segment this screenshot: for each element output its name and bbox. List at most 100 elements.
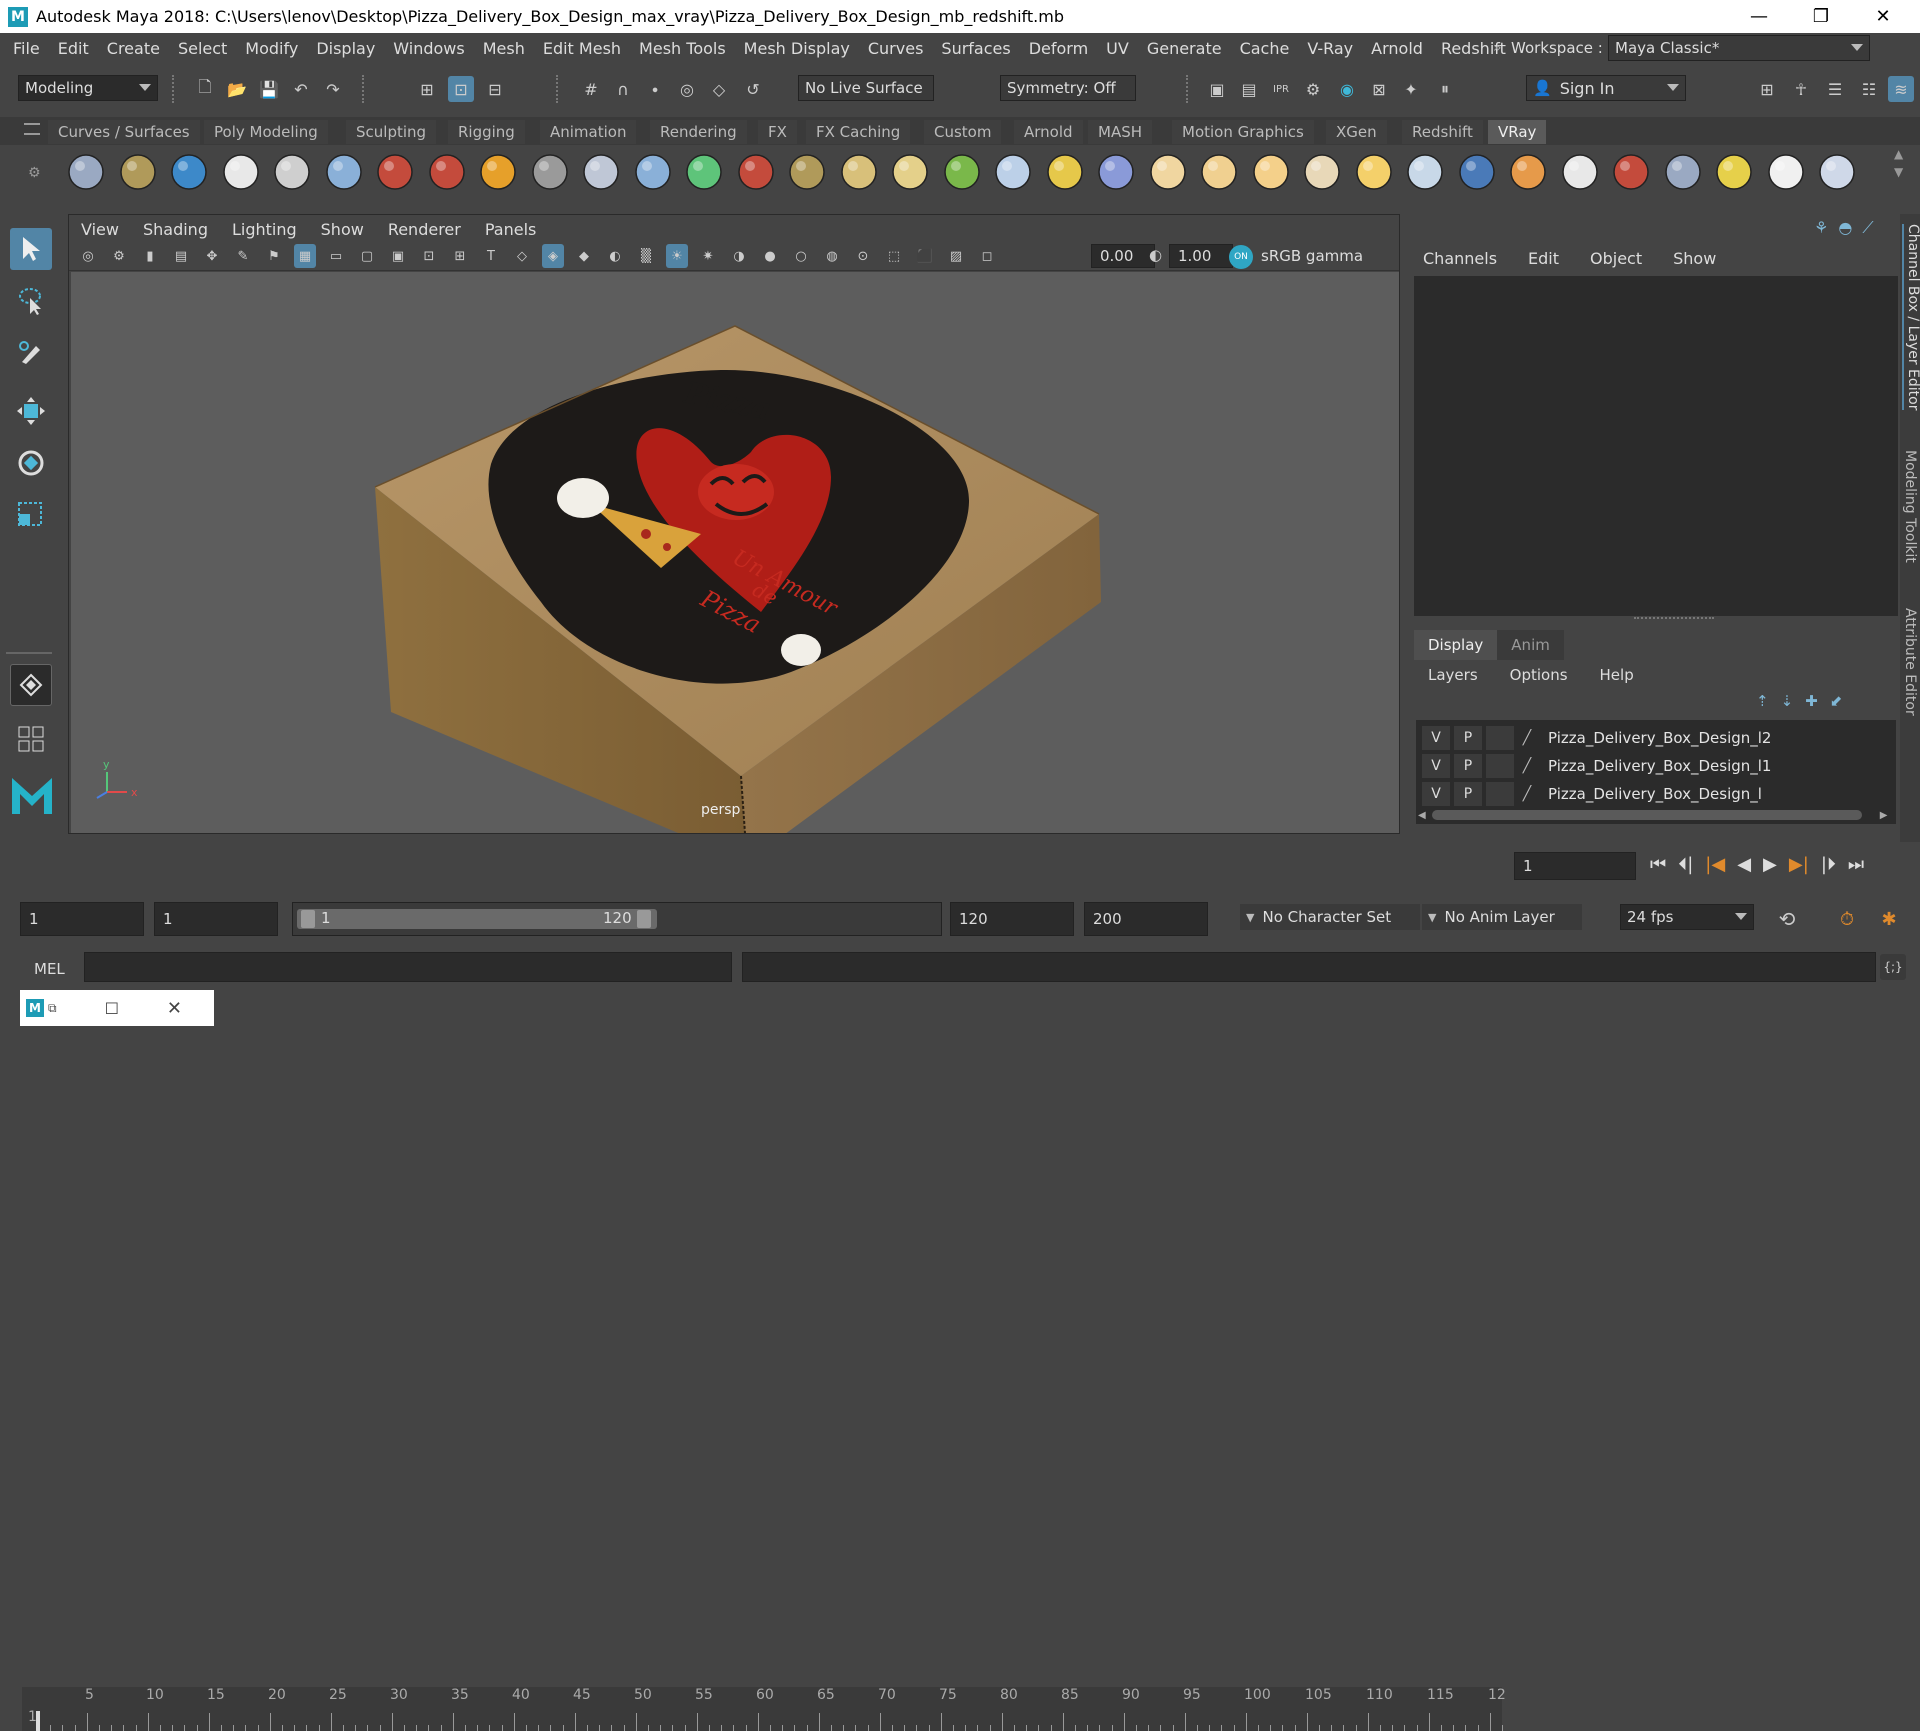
move-layer-down-icon[interactable]: ⇣ xyxy=(1781,692,1794,710)
vray-grid-icon[interactable] xyxy=(837,150,881,194)
safe-title-icon[interactable]: T xyxy=(480,244,502,268)
select-component-icon[interactable]: ⊟ xyxy=(482,76,508,102)
go-to-end-icon[interactable]: ⏭ xyxy=(1848,854,1864,875)
undo-icon[interactable]: ↶ xyxy=(288,76,314,102)
shelf-menu-icon[interactable] xyxy=(24,123,40,135)
tool-settings-icon[interactable]: ☷ xyxy=(1856,76,1882,102)
shelf-tab-fx[interactable]: FX xyxy=(758,120,797,144)
viewport-menu-shading[interactable]: Shading xyxy=(131,220,220,239)
help-icon[interactable] xyxy=(1815,150,1859,194)
vray-cube-icon[interactable] xyxy=(579,150,623,194)
vray-sphere-light-icon[interactable] xyxy=(322,150,366,194)
channel-box-sidebar-tab[interactable]: Channel Box / Layer Editor xyxy=(1902,224,1920,411)
vray-render-settings-icon[interactable] xyxy=(1609,150,1653,194)
channel-box-shape-icon[interactable]: ⚘ xyxy=(1814,218,1828,238)
render-view-icon[interactable]: ▣ xyxy=(1204,76,1230,102)
panel-resize-handle[interactable] xyxy=(1634,617,1714,621)
save-scene-icon[interactable]: 💾 xyxy=(256,76,282,102)
close-icon[interactable]: ✕ xyxy=(167,998,182,1019)
viewport-menu-lighting[interactable]: Lighting xyxy=(220,220,309,239)
multisample-icon[interactable]: ◍ xyxy=(821,244,843,268)
fps-select[interactable]: 24 fps xyxy=(1620,904,1754,930)
vray-material-icon[interactable] xyxy=(425,150,469,194)
vray-cone-icon[interactable] xyxy=(631,150,675,194)
minimize-button[interactable]: — xyxy=(1728,0,1790,33)
layer-menu-options[interactable]: Options xyxy=(1490,666,1580,684)
grease-pencil-icon[interactable]: ✎ xyxy=(232,244,254,268)
menu-v-ray[interactable]: V-Ray xyxy=(1298,39,1362,58)
mel-label[interactable]: MEL xyxy=(34,960,65,978)
render-frame-icon[interactable]: ▤ xyxy=(1236,76,1262,102)
animation-start-field[interactable]: 1 xyxy=(20,902,144,936)
select-tool-icon[interactable] xyxy=(10,228,52,270)
layer-tab-anim[interactable]: Anim xyxy=(1497,630,1564,660)
redo-icon[interactable]: ↷ xyxy=(320,76,346,102)
shelf-tab-xgen[interactable]: XGen xyxy=(1326,120,1387,144)
close-button[interactable]: ✕ xyxy=(1852,0,1914,33)
wireframe-icon[interactable]: ◇ xyxy=(511,244,533,268)
safe-action-icon[interactable]: ⊞ xyxy=(449,244,471,268)
vray-volume-icon[interactable] xyxy=(682,150,726,194)
restore-button[interactable]: ❐ xyxy=(1790,0,1852,33)
shelf-tab-mash[interactable]: MASH xyxy=(1088,120,1153,144)
gamma-field[interactable]: 1.00 xyxy=(1169,244,1233,268)
vray-rect-light-icon[interactable] xyxy=(1403,150,1447,194)
open-scene-icon[interactable]: 📂 xyxy=(224,76,250,102)
vray-render-frames-icon[interactable] xyxy=(64,150,108,194)
color-management-toggle-icon[interactable]: ON xyxy=(1229,245,1253,269)
attribute-editor-icon[interactable]: ☰ xyxy=(1822,76,1848,102)
camera-attributes-icon[interactable]: ⚙ xyxy=(108,244,130,268)
vray-proxy-icon[interactable] xyxy=(734,150,778,194)
channel-box-grab-icon[interactable]: ◓ xyxy=(1838,218,1852,238)
attribute-editor-sidebar-tab[interactable]: Attribute Editor xyxy=(1902,608,1918,716)
menu-overflow-icon[interactable]: » xyxy=(1493,40,1502,56)
scale-tool-icon[interactable] xyxy=(10,494,52,536)
bookmark-icon[interactable]: ▮ xyxy=(139,244,161,268)
menu-mesh-tools[interactable]: Mesh Tools xyxy=(630,39,735,58)
two-d-pan-icon[interactable]: ✥ xyxy=(201,244,223,268)
vray-ies-light-icon[interactable] xyxy=(1300,150,1344,194)
paint-select-tool-icon[interactable] xyxy=(10,332,52,374)
shelf-tab-poly-modeling[interactable]: Poly Modeling xyxy=(204,120,328,144)
layer-visibility-toggle[interactable]: V xyxy=(1422,782,1450,806)
vray-log-icon[interactable] xyxy=(270,150,314,194)
layer-tab-display[interactable]: Display xyxy=(1414,630,1498,660)
vray-cloud-icon[interactable] xyxy=(1764,150,1808,194)
viewport-menu-renderer[interactable]: Renderer xyxy=(376,220,473,239)
hypershade-icon[interactable]: ◉ xyxy=(1334,76,1360,102)
gate-mask-icon[interactable]: ▣ xyxy=(387,244,409,268)
xray-joints-icon[interactable]: ⬛ xyxy=(914,244,936,268)
menu-mesh[interactable]: Mesh xyxy=(474,39,534,58)
exposure-field[interactable]: 0.00 xyxy=(1091,244,1155,268)
color-space-label[interactable]: sRGB gamma xyxy=(1261,247,1363,265)
shelf-tab-motion-graphics[interactable]: Motion Graphics xyxy=(1172,120,1314,144)
layer-color-swatch-icon[interactable]: ╱ xyxy=(1516,782,1538,806)
textured-icon[interactable]: ☀ xyxy=(666,244,688,268)
play-backward-icon[interactable]: ◀ xyxy=(1737,854,1751,875)
snap-rotate-icon[interactable]: ↺ xyxy=(740,76,766,102)
move-layer-up-icon[interactable]: ⇡ xyxy=(1756,692,1769,710)
film-gate-icon[interactable]: ▭ xyxy=(325,244,347,268)
xray-active-icon[interactable]: ▨ xyxy=(945,244,967,268)
grid-icon[interactable]: ▦ xyxy=(294,244,316,268)
snap-view-icon[interactable]: ◎ xyxy=(674,76,700,102)
step-forward-key-icon[interactable]: ▶| xyxy=(1789,854,1809,875)
vray-sun-icon[interactable] xyxy=(1352,150,1396,194)
workspace-select[interactable]: Maya Classic* xyxy=(1608,35,1870,61)
image-plane-icon[interactable]: ▤ xyxy=(170,244,192,268)
isolate-select-icon[interactable]: ⬚ xyxy=(883,244,905,268)
preferences-icon[interactable]: ✱ xyxy=(1876,906,1902,932)
current-frame-field[interactable]: 1 xyxy=(1514,852,1636,880)
maximize-icon[interactable]: ☐ xyxy=(105,999,119,1018)
viewport-menu-view[interactable]: View xyxy=(69,220,131,239)
select-hierarchy-icon[interactable]: ⊞ xyxy=(414,76,440,102)
layer-menu-layers[interactable]: Layers xyxy=(1408,666,1490,684)
gear-icon[interactable]: ⚙ xyxy=(28,165,41,181)
shadows-icon[interactable]: ◑ xyxy=(728,244,750,268)
shelf-tab-arnold[interactable]: Arnold xyxy=(1014,120,1083,144)
shelf-scroll-up-icon[interactable]: ▲ xyxy=(1894,147,1903,161)
loop-icon[interactable]: ⟲ xyxy=(1774,906,1800,932)
four-view-layout-icon[interactable] xyxy=(10,718,52,760)
shelf-tab-curves-surfaces[interactable]: Curves / Surfaces xyxy=(48,120,200,144)
snap-grid-icon[interactable]: # xyxy=(578,76,604,102)
